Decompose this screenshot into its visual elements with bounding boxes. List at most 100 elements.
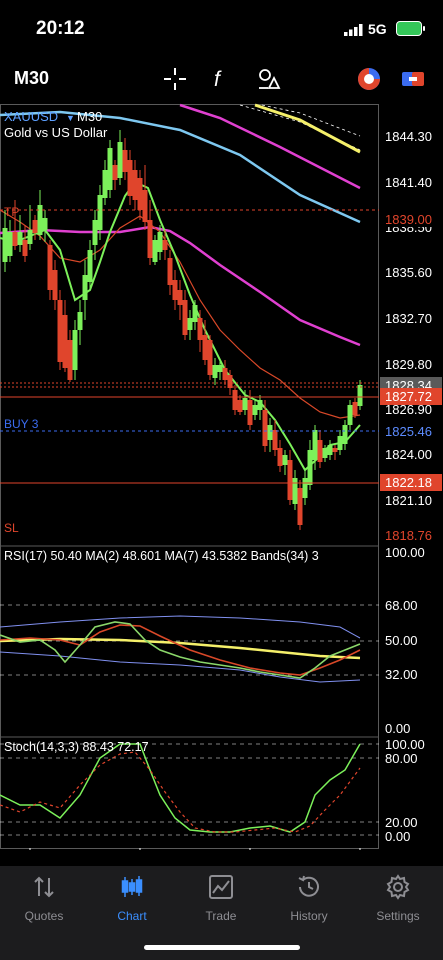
candle-body bbox=[107, 148, 113, 190]
candle-body bbox=[142, 190, 148, 222]
candle-body bbox=[237, 400, 243, 412]
nav-chart[interactable]: Chart bbox=[88, 874, 176, 923]
candle-body bbox=[132, 170, 138, 200]
quotes-icon bbox=[34, 876, 54, 898]
candle-body bbox=[332, 448, 338, 452]
rsi-axis: 100.00 68.00 50.00 32.00 0.00 bbox=[385, 545, 425, 736]
candle-body bbox=[22, 240, 28, 256]
ma-line bbox=[0, 180, 361, 472]
candle-body bbox=[292, 478, 298, 504]
candle-body bbox=[172, 280, 178, 300]
rsi-line bbox=[0, 615, 361, 639]
stoch-title: Stoch(14,3,3) 88.43 72.17 bbox=[4, 740, 149, 754]
candle-body bbox=[67, 340, 73, 380]
candle-body bbox=[182, 300, 188, 335]
candle-body bbox=[327, 445, 333, 455]
tp-price-tag: 1839.00 bbox=[385, 212, 432, 227]
symbol-timeframe: M30 bbox=[77, 109, 102, 124]
home-indicator bbox=[144, 945, 300, 950]
one-click-trading-icon[interactable] bbox=[356, 66, 382, 92]
candle-body bbox=[97, 195, 103, 230]
price-axis: 1844.301841.401838.501835.601832.701829.… bbox=[385, 129, 432, 508]
price-axis-label: 1844.30 bbox=[385, 129, 432, 144]
objects-icon[interactable] bbox=[256, 66, 282, 92]
rsi-title: RSI(17) 50.40 MA(2) 48.601 MA(7) 43.5382… bbox=[4, 549, 319, 563]
candle-body bbox=[102, 170, 108, 198]
chevron-down-icon[interactable]: ▼ bbox=[66, 113, 75, 123]
candle-body bbox=[17, 232, 23, 245]
time-axis-label: 16 Feb 22:00 bbox=[144, 849, 221, 850]
candle-body bbox=[207, 340, 213, 375]
status-bar: 20:12 5G bbox=[0, 0, 443, 58]
candle-body bbox=[122, 150, 128, 172]
battery-icon bbox=[396, 21, 422, 36]
time-axis-label: 17 Feb 15:00 bbox=[364, 849, 441, 850]
stoch-axis-label: 20.00 bbox=[385, 815, 418, 830]
buy-price-tag: 1825.46 bbox=[385, 424, 432, 439]
function-icon[interactable]: f bbox=[208, 66, 234, 92]
candle-body bbox=[177, 290, 183, 305]
nav-quotes[interactable]: Quotes bbox=[0, 874, 88, 923]
candle-body bbox=[212, 365, 218, 378]
stoch-axis: 100.0080.00 20.000.00 bbox=[385, 737, 425, 844]
candle-body bbox=[137, 178, 143, 210]
nav-quotes-label: Quotes bbox=[24, 909, 64, 923]
candle-body bbox=[127, 160, 133, 196]
candle-body bbox=[167, 258, 173, 285]
svg-text:f: f bbox=[214, 68, 222, 91]
price-axis-label: 1821.10 bbox=[385, 493, 432, 508]
candle-body bbox=[52, 270, 58, 300]
candle-body bbox=[222, 368, 228, 380]
rsi-axis-label: 68.00 bbox=[385, 598, 418, 613]
candle-body bbox=[72, 330, 78, 370]
candle-body bbox=[322, 448, 328, 458]
rsi-axis-label: 32.00 bbox=[385, 667, 418, 682]
ma-line bbox=[261, 104, 361, 137]
price-axis-label: 1829.80 bbox=[385, 357, 432, 372]
nav-history-label: History bbox=[290, 909, 328, 923]
candle-body bbox=[242, 398, 248, 410]
candle-body bbox=[247, 400, 253, 425]
candle-body bbox=[282, 455, 288, 465]
nav-trade-label: Trade bbox=[205, 909, 237, 923]
status-time: 20:12 bbox=[36, 18, 85, 39]
nav-history[interactable]: History bbox=[265, 874, 353, 923]
candle-body bbox=[202, 335, 208, 360]
settings-icon bbox=[386, 874, 410, 900]
candle-body bbox=[312, 430, 318, 460]
candle-body bbox=[232, 390, 238, 410]
price-chart[interactable]: XAUUSD ▼ M30 Gold vs US Dollar TP BUY 3 … bbox=[0, 100, 443, 850]
nav-chart-label: Chart bbox=[117, 909, 147, 923]
candle-body bbox=[257, 400, 263, 410]
candle-body bbox=[2, 228, 8, 262]
candle-body bbox=[147, 220, 153, 258]
nav-settings[interactable]: Settings bbox=[354, 874, 442, 923]
price-axis-label: 1832.70 bbox=[385, 311, 432, 326]
candle-body bbox=[187, 318, 193, 330]
candle-body bbox=[262, 410, 268, 446]
trade-icon bbox=[209, 875, 233, 899]
trade-toggle-icon[interactable] bbox=[400, 66, 426, 92]
candle-body bbox=[117, 142, 123, 178]
candle-body bbox=[337, 436, 343, 450]
nav-trade[interactable]: Trade bbox=[177, 874, 265, 923]
price-axis-label: 1824.00 bbox=[385, 447, 432, 462]
candle-body bbox=[157, 232, 163, 252]
candle-body bbox=[267, 425, 273, 440]
candle-body bbox=[287, 460, 293, 500]
timeframe-button[interactable]: M30 bbox=[14, 68, 49, 89]
stoch-main-line bbox=[0, 743, 361, 833]
candle-body bbox=[57, 300, 63, 362]
network-type: 5G bbox=[368, 21, 387, 37]
candle-body bbox=[162, 240, 168, 250]
history-icon bbox=[298, 875, 319, 897]
symbol-description: Gold vs US Dollar bbox=[4, 125, 108, 140]
candle-body bbox=[77, 312, 83, 330]
ma-line bbox=[254, 103, 361, 154]
candle-body bbox=[357, 385, 363, 406]
buy-label: BUY 3 bbox=[4, 417, 39, 431]
candle-body bbox=[302, 478, 308, 498]
crosshair-icon[interactable] bbox=[162, 66, 188, 92]
candle-body bbox=[112, 165, 118, 180]
chart-icon bbox=[121, 876, 143, 897]
